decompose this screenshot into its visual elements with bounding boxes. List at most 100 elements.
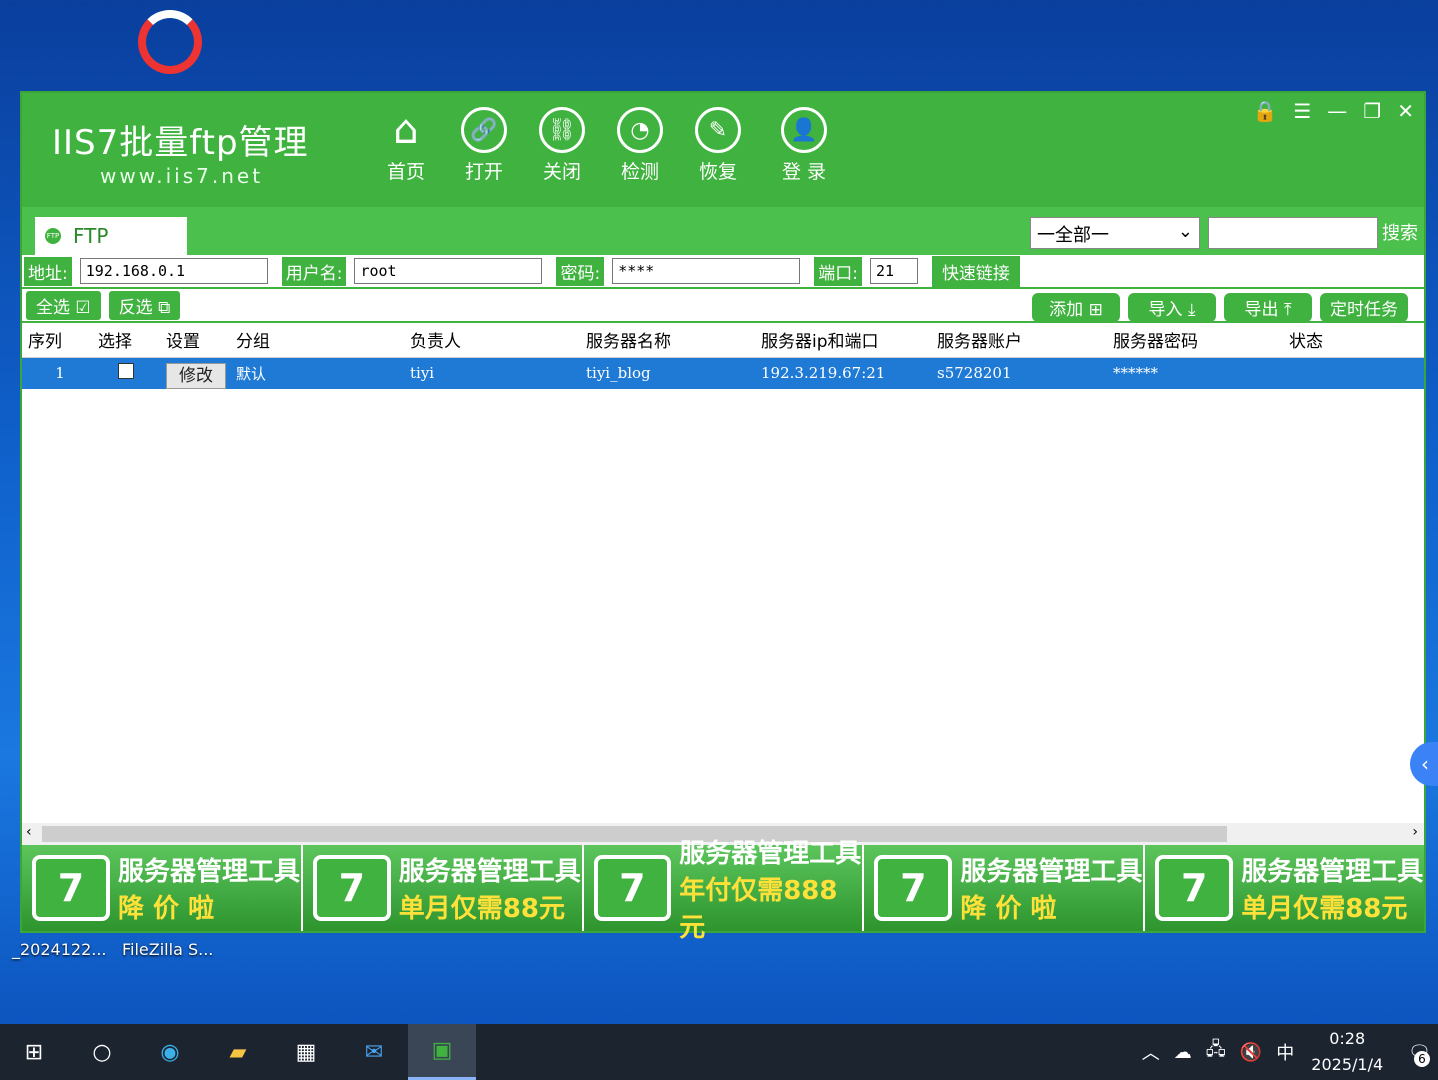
tab-label: FTP <box>73 224 109 248</box>
invert-select-button[interactable]: 反选 ⧉ <box>108 290 181 320</box>
cell-owner: tiyi <box>410 364 435 383</box>
col-seq[interactable]: 序列 <box>22 323 92 358</box>
chevron-up-icon[interactable]: ︿ <box>1142 1039 1160 1065</box>
ad-subtitle: 降 价 啦 <box>960 894 1057 924</box>
ad-title: 服务器管理工具 <box>679 838 862 869</box>
port-input[interactable]: 21 <box>869 258 918 284</box>
ad-subtitle: 年付仅需888元 <box>679 875 838 943</box>
col-select[interactable]: 选择 <box>92 323 160 358</box>
explorer-button[interactable]: ▰ <box>204 1024 272 1080</box>
desktop-icon-label: FileZilla S... <box>122 940 214 959</box>
row-checkbox[interactable] <box>118 363 134 380</box>
nav-login[interactable]: 👤 登 录 <box>765 107 843 184</box>
ad-item[interactable]: 7 服务器管理工具降 价 啦 <box>22 845 303 931</box>
store-button[interactable]: ▦ <box>272 1024 340 1080</box>
ad-banner: 7 服务器管理工具降 价 啦 7 服务器管理工具 单月仅需88元 7 服务器管理工… <box>22 839 1424 943</box>
search-button[interactable]: 搜索 <box>1382 219 1418 245</box>
ftp-app-button[interactable]: ▣ <box>408 1024 476 1080</box>
col-owner[interactable]: 负责人 <box>404 323 580 358</box>
cell-account: s5728201 <box>937 364 1012 383</box>
col-password[interactable]: 服务器密码 <box>1107 323 1283 358</box>
network-icon[interactable]: 🖧 <box>1206 1037 1226 1067</box>
scroll-right-icon[interactable]: › <box>1412 824 1418 840</box>
check-all-icon: ☑ <box>75 297 91 318</box>
right-actions: 添加 ⊞ 导入 ⤓ 导出 ⤒ 定时任务 <box>1024 293 1408 322</box>
ad-item[interactable]: 7 服务器管理工具 单月仅需88元 <box>302 845 584 931</box>
edge-button[interactable]: ◉ <box>136 1024 204 1080</box>
schedule-button[interactable]: 定时任务 <box>1320 293 1408 322</box>
cell-group: 默认 <box>236 364 267 383</box>
desktop-icon-file[interactable]: _2024122... <box>12 940 107 959</box>
action-bar: 全选 ☑ 反选 ⧉ 添加 ⊞ 导入 ⤓ 导出 ⤒ 定时任务 <box>22 289 1424 323</box>
addr-input[interactable]: 192.168.0.1 <box>79 258 268 284</box>
search-input[interactable] <box>1208 217 1378 249</box>
ad-item[interactable]: 7 服务器管理工具 年付仅需888元 <box>583 839 865 943</box>
cell-seq: 1 <box>55 364 65 383</box>
user-input[interactable]: root <box>354 258 543 284</box>
link-icon: 🔗 <box>461 107 507 153</box>
nav-close[interactable]: ⛓ 关闭 <box>523 107 601 184</box>
menu-icon[interactable]: ☰ <box>1293 99 1311 123</box>
lock-icon[interactable]: 🔒 <box>1252 99 1277 123</box>
nav-restore[interactable]: ✎ 恢复 <box>679 107 757 184</box>
col-status[interactable]: 状态 <box>1283 323 1424 358</box>
tab-ftp[interactable]: FTP FTP <box>35 217 187 255</box>
scroll-left-icon[interactable]: ‹ <box>26 824 32 840</box>
import-button[interactable]: 导入 ⤓ <box>1128 293 1216 322</box>
addr-label: 地址: <box>24 256 72 286</box>
ad-item[interactable]: 7 服务器管理工具降 价 啦 <box>864 845 1146 931</box>
sync-icon <box>138 10 202 74</box>
start-button[interactable]: ⊞ <box>0 1024 68 1080</box>
notification-badge: 6 <box>1414 1050 1430 1067</box>
windows-icon: ⊞ <box>24 1039 44 1065</box>
cloud-icon[interactable]: ☁ <box>1174 1042 1192 1063</box>
restore-icon[interactable]: ❐ <box>1363 99 1381 123</box>
col-settings[interactable]: 设置 <box>160 323 230 358</box>
nav-label: 检测 <box>620 161 659 183</box>
desktop-icon-sync[interactable] <box>130 10 210 74</box>
table-row[interactable]: 1 修改 默认 tiyi tiyi_blog 192.3.219.67:21 s… <box>22 357 1424 389</box>
ad-title: 服务器管理工具 <box>118 857 301 887</box>
clock-date: 2025/1/4 <box>1311 1055 1384 1074</box>
scrollbar-thumb[interactable] <box>42 826 1227 842</box>
close-icon[interactable]: ✕ <box>1397 99 1414 123</box>
invert-icon: ⧉ <box>158 297 171 318</box>
ad-item[interactable]: 7 服务器管理工具 单月仅需88元 <box>1145 845 1424 931</box>
ad-title: 服务器管理工具 <box>960 857 1143 887</box>
logo-title: IIS7批量ftp管理 <box>52 123 309 163</box>
edge-icon: ◉ <box>160 1039 180 1065</box>
group-filter-select[interactable]: 一全部一 ⌄ <box>1030 217 1200 249</box>
col-server-ip[interactable]: 服务器ip和端口 <box>755 323 931 358</box>
col-server-name[interactable]: 服务器名称 <box>580 323 755 358</box>
home-icon: ⌂ <box>393 107 419 153</box>
ime-indicator[interactable]: 中 <box>1276 1039 1294 1065</box>
app-logo: IIS7批量ftp管理 www.iis7.net <box>52 115 309 188</box>
nav-check[interactable]: ◔ 检测 <box>601 107 679 184</box>
select-all-button[interactable]: 全选 ☑ <box>26 290 101 320</box>
search-button-taskbar[interactable]: ○ <box>68 1024 136 1080</box>
quick-link-button[interactable]: 快速链接 <box>931 255 1020 287</box>
col-group[interactable]: 分组 <box>230 323 404 358</box>
export-label: 导出 <box>1244 300 1279 320</box>
export-button[interactable]: 导出 ⤒ <box>1224 293 1312 322</box>
pwd-input[interactable]: **** <box>612 258 801 284</box>
wrench-icon: ✎ <box>695 107 741 153</box>
edit-button[interactable]: 修改 <box>166 362 226 389</box>
volume-muted-icon[interactable]: 🔇 <box>1240 1042 1262 1063</box>
clock[interactable]: 0:28 2025/1/4 <box>1311 1026 1383 1078</box>
notification-icon[interactable]: 🗨6 <box>1408 1042 1431 1067</box>
add-button[interactable]: 添加 ⊞ <box>1032 293 1120 322</box>
col-account[interactable]: 服务器账户 <box>931 323 1107 358</box>
port-label: 端口: <box>814 256 862 286</box>
desktop-icon-filezilla[interactable]: FileZilla S... <box>122 940 213 959</box>
cell-status <box>1283 357 1424 389</box>
search-circle-icon: ○ <box>92 1039 112 1065</box>
user-icon: 👤 <box>781 107 827 153</box>
chevron-down-icon: ⌄ <box>1177 221 1193 242</box>
minimize-icon[interactable]: — <box>1327 99 1347 123</box>
nav-home[interactable]: ⌂ 首页 <box>367 107 445 184</box>
mail-button[interactable]: ✉ <box>340 1024 408 1080</box>
nav-open[interactable]: 🔗 打开 <box>445 107 523 184</box>
speedometer-icon: ◔ <box>617 107 663 153</box>
store-icon: ▦ <box>295 1039 317 1065</box>
